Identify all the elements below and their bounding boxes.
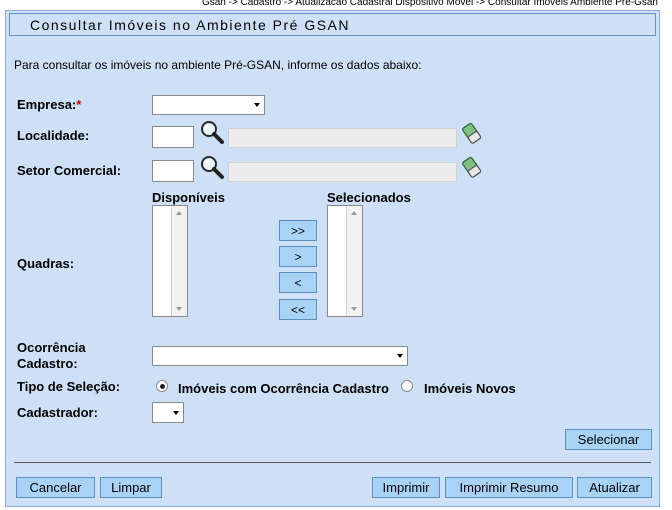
page-title: Consultar Imóveis no Ambiente Pré GSAN xyxy=(30,17,351,33)
chevron-down-icon xyxy=(397,354,403,358)
eraser-icon[interactable] xyxy=(461,121,483,145)
chevron-down-icon xyxy=(173,410,179,415)
radio-imoveis-novos-label: Imóveis Novos xyxy=(424,381,516,396)
ocorrencia-label-line2: Cadastro: xyxy=(17,356,78,371)
radio-ocorrencia-cadastro-label: Imóveis com Ocorrência Cadastro xyxy=(178,381,389,396)
localidade-code-input[interactable] xyxy=(152,126,194,148)
quadras-label: Quadras: xyxy=(17,256,75,271)
move-all-right-button[interactable]: >> xyxy=(279,220,317,241)
imprimir-button[interactable]: Imprimir xyxy=(372,477,440,498)
move-all-left-button[interactable]: << xyxy=(279,299,317,320)
scrollbar[interactable] xyxy=(346,206,362,316)
radio-ocorrencia-cadastro[interactable] xyxy=(156,380,168,392)
intro-text: Para consultar os imóveis no ambiente Pr… xyxy=(14,58,422,72)
breadcrumb: Gsan -> Cadastro -> Atualizacao Cadastra… xyxy=(201,0,658,8)
disponiveis-list[interactable] xyxy=(152,205,188,317)
scroll-down-icon[interactable] xyxy=(351,307,357,311)
localidade-name-field xyxy=(228,128,457,148)
limpar-button[interactable]: Limpar xyxy=(100,477,162,498)
localidade-label: Localidade: xyxy=(17,128,90,143)
selecionados-label: Selecionados xyxy=(327,190,411,205)
empresa-select[interactable] xyxy=(152,95,265,115)
disponiveis-label: Disponíveis xyxy=(152,190,225,205)
eraser-icon[interactable] xyxy=(461,155,483,179)
divider xyxy=(14,462,651,463)
magnifier-icon[interactable] xyxy=(198,154,226,180)
chevron-down-icon xyxy=(254,103,260,107)
atualizar-button[interactable]: Atualizar xyxy=(577,477,652,498)
cadastrador-select[interactable] xyxy=(152,402,184,423)
selecionados-list[interactable] xyxy=(327,205,363,317)
imprimir-resumo-button[interactable]: Imprimir Resumo xyxy=(445,477,573,498)
tipo-selecao-label: Tipo de Seleção: xyxy=(17,379,121,394)
selecionar-button[interactable]: Selecionar xyxy=(565,429,652,450)
cadastrador-label: Cadastrador: xyxy=(17,405,98,420)
radio-imoveis-novos[interactable] xyxy=(401,380,413,392)
cancelar-button[interactable]: Cancelar xyxy=(16,477,95,498)
setor-name-field xyxy=(228,162,457,182)
scrollbar[interactable] xyxy=(171,206,187,316)
title-bar: Consultar Imóveis no Ambiente Pré GSAN xyxy=(9,13,656,36)
scroll-down-icon[interactable] xyxy=(176,307,182,311)
main-panel: Consultar Imóveis no Ambiente Pré GSAN P… xyxy=(5,10,660,507)
setor-code-input[interactable] xyxy=(152,160,194,182)
empresa-label: Empresa:* xyxy=(17,97,81,112)
empresa-label-text: Empresa: xyxy=(17,97,77,112)
magnifier-icon[interactable] xyxy=(198,119,226,145)
setor-label: Setor Comercial: xyxy=(17,163,122,178)
required-asterisk: * xyxy=(76,97,82,112)
scroll-up-icon[interactable] xyxy=(176,211,182,215)
move-right-button[interactable]: > xyxy=(279,246,317,267)
move-left-button[interactable]: < xyxy=(279,272,317,293)
scroll-up-icon[interactable] xyxy=(351,211,357,215)
ocorrencia-label-line1: Ocorrência xyxy=(17,340,86,355)
ocorrencia-select[interactable] xyxy=(152,346,408,366)
